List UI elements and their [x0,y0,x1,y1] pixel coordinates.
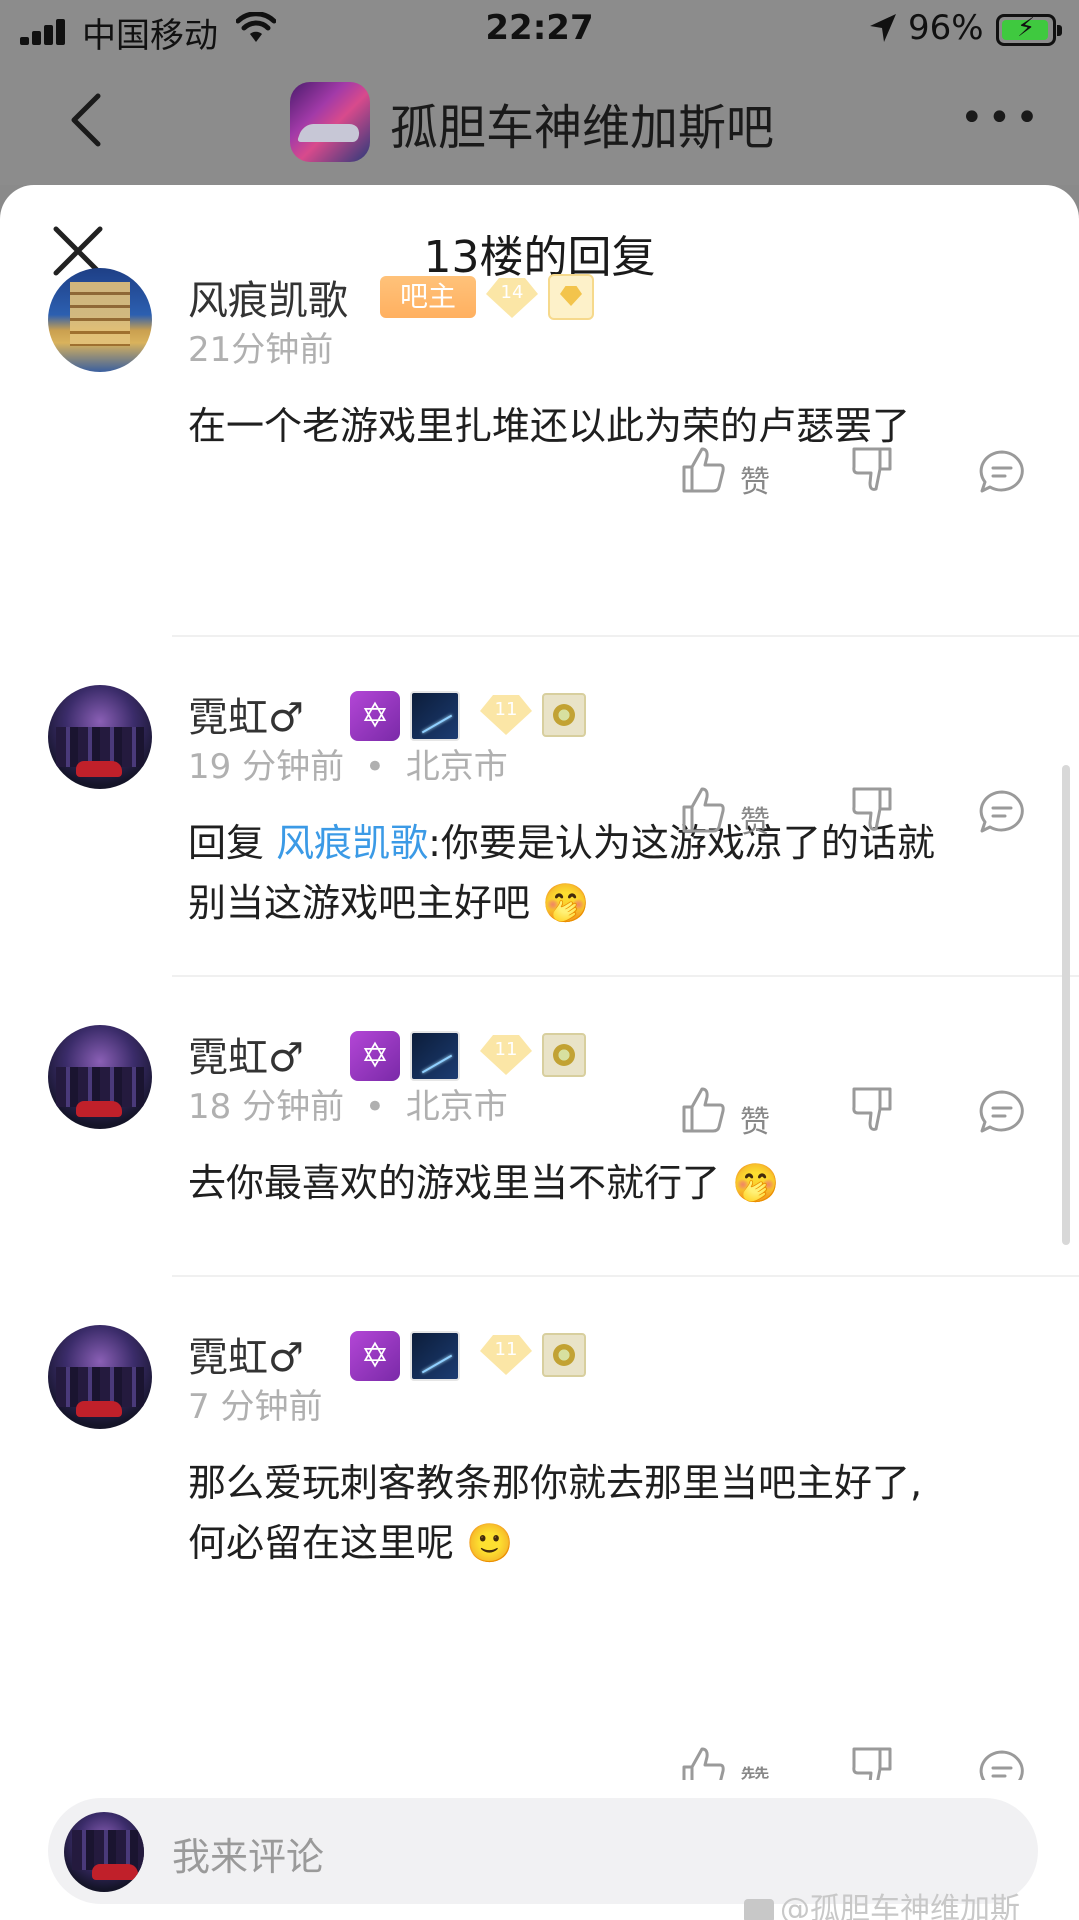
battery-percent: 96% [908,8,984,48]
thumbs-down-icon[interactable] [850,445,896,495]
level-badge-icon: 11 [480,1335,532,1375]
comment-actions: 赞 [0,1085,1079,1145]
hexagram-badge-icon: ✡ [350,1331,400,1381]
comment-line-2: 何必留在这里呢 🙂 [188,1521,514,1565]
thumbs-up-icon[interactable] [680,445,726,495]
avatar[interactable] [48,268,152,372]
divider [172,1275,1079,1277]
night-sky-badge-icon [410,1031,460,1081]
comment-actions: 赞 [0,785,1079,845]
reply-comment-icon[interactable] [978,1089,1026,1135]
level-badge-icon: 11 [480,695,532,735]
timestamp: 21分钟前 [188,330,334,370]
like-label[interactable]: 赞 [740,1097,770,1141]
location-arrow-icon [870,14,896,42]
hexagram-badge-icon: ✡ [350,1031,400,1081]
thumbs-up-icon[interactable] [680,785,726,835]
reply-comment-icon[interactable] [978,449,1026,495]
thumbs-up-icon[interactable] [680,1085,726,1135]
watermark: @孤胆车神维加斯 [744,1884,1020,1920]
timestamp-location: 19 分钟前 • 北京市 [188,739,508,788]
forum-avatar[interactable] [290,82,370,162]
sun-badge-icon [542,1333,586,1377]
my-avatar [64,1812,144,1892]
divider [172,635,1079,637]
level-badge-icon: 11 [480,1035,532,1075]
night-sky-badge-icon [410,1331,460,1381]
hexagram-badge-icon: ✡ [350,691,400,741]
watermark-text: @孤胆车神维加斯 [780,1892,1020,1920]
status-bar: 中国移动 22:27 96% ⚡ [0,0,1079,60]
username[interactable]: 霓虹♂ [188,685,304,743]
forum-name[interactable]: 孤胆车神维加斯吧 [390,88,774,158]
comment-bar: 我来评论 @孤胆车神维加斯 [0,1780,1079,1920]
forum-owner-badge: 吧主 [380,276,476,318]
comment-line-2: 别当这游戏吧主好吧 🤭 [188,881,590,925]
timestamp: 19 分钟前 [188,747,345,787]
username[interactable]: 风痕凯歌 [188,268,348,326]
separator: • [364,747,385,787]
comment-actions: 赞 [0,445,1079,505]
username[interactable]: 霓虹♂ [188,1025,304,1083]
comment-placeholder: 我来评论 [172,1835,325,1879]
back-arrow-icon[interactable] [62,90,112,150]
avatar[interactable] [48,1325,152,1429]
scrollbar-thumb[interactable] [1062,765,1070,1245]
thumbs-down-icon[interactable] [850,1085,896,1135]
more-options-icon[interactable]: ••• [960,95,1043,141]
timestamp: 7 分钟前 [188,1387,323,1427]
comment-text: 那么爱玩刺客教条那你就去那里当吧主好了, 何必留在这里呢 🙂 [188,1453,1028,1573]
like-label[interactable]: 赞 [740,797,770,841]
avatar[interactable] [48,685,152,789]
weibo-logo-icon [744,1898,774,1920]
sheet-title: 13楼的回复 [423,232,656,283]
replies-sheet: 13楼的回复 风痕凯歌 吧主 14 21分钟前 在一个老游戏里扎堆还以此为荣的卢… [0,185,1079,1920]
night-sky-badge-icon [410,691,460,741]
username[interactable]: 霓虹♂ [188,1325,304,1383]
comment-text: 去你最喜欢的游戏里当不就行了 🤭 [188,1161,780,1205]
battery-charging-icon: ⚡ [996,13,1062,46]
divider [172,975,1079,977]
thumbs-down-icon[interactable] [850,785,896,835]
member-shield-icon [548,274,594,320]
forum-header: 孤胆车神维加斯吧 ••• [0,60,1079,185]
comment-line-1: 那么爱玩刺客教条那你就去那里当吧主好了, [188,1461,923,1505]
location: 北京市 [405,747,508,787]
sun-badge-icon [542,1033,586,1077]
like-label[interactable]: 赞 [740,457,770,501]
reply-comment-icon[interactable] [978,789,1026,835]
sun-badge-icon [542,693,586,737]
